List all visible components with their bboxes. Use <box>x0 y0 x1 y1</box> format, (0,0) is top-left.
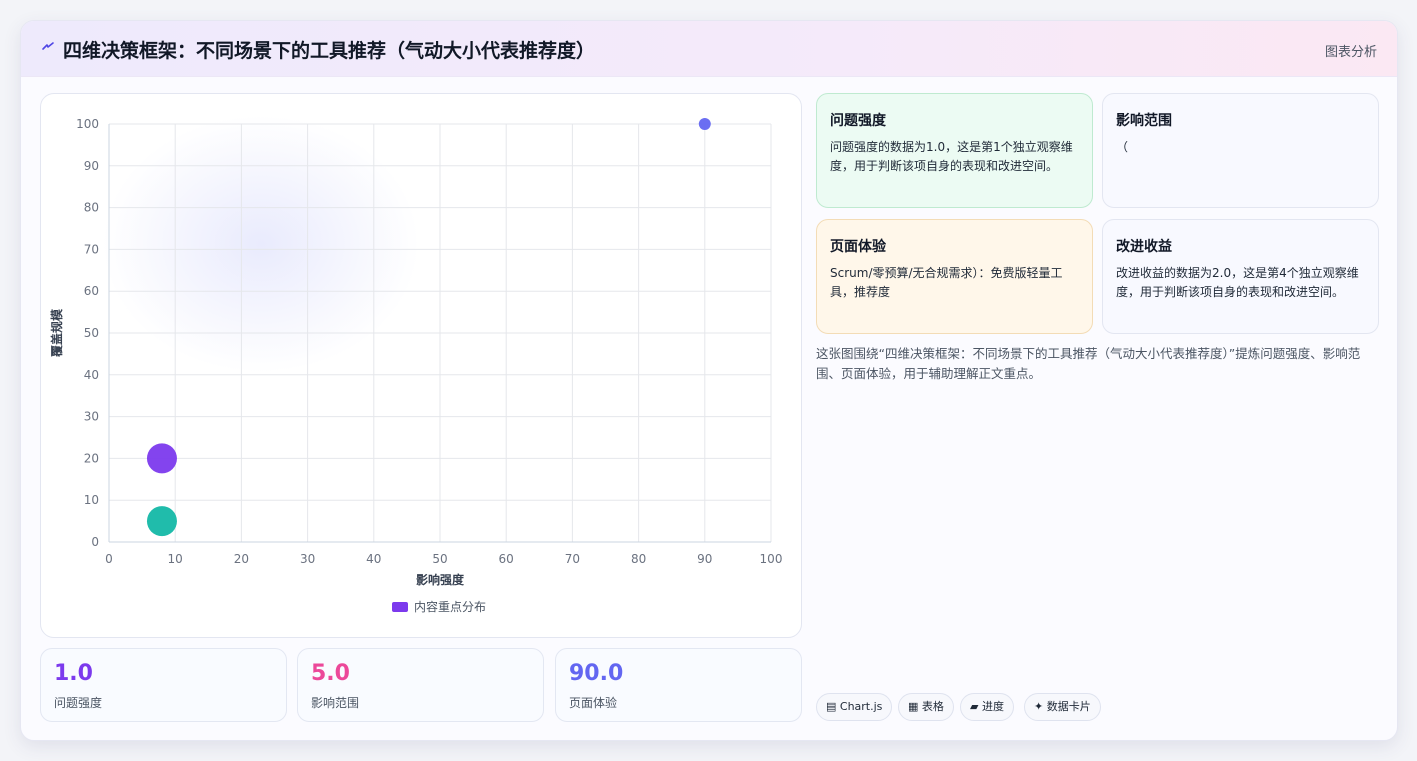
x-tick-label: 70 <box>565 552 580 566</box>
page-title: 四维决策框架：不同场景下的工具推荐（气动大小代表推荐度） <box>63 40 596 62</box>
lightning-icon <box>41 39 55 53</box>
info-card-title: 影响范围 <box>1116 113 1172 129</box>
tag-chartjs[interactable]: ▤ Chart.js <box>816 693 893 721</box>
info-card-body: （ <box>1116 140 1129 154</box>
tag-table[interactable]: ▦ 表格 <box>898 693 954 721</box>
bubble-chart: 0 10 20 30 40 50 60 70 80 90 100 0 10 20 30 40 50 60 70 80 9… <box>49 117 783 614</box>
info-card-body: 改进收益的数据为2.0，这是第4个独立观察维度，用于判断该项自身的表现和改进空间… <box>1116 266 1359 299</box>
x-tick-label: 80 <box>631 552 646 566</box>
y-tick-label: 30 <box>84 410 99 424</box>
x-tick-label: 30 <box>300 552 315 566</box>
info-card-body: Scrum/零预算/无合规需求）：免费版轻量工具，推荐度 <box>830 266 1063 299</box>
y-tick-label: 10 <box>84 493 99 507</box>
stat-value: 5.0 <box>311 661 350 686</box>
stat-label: 影响范围 <box>311 696 360 710</box>
y-tick-label: 100 <box>76 117 99 131</box>
card-header: 四维决策框架：不同场景下的工具推荐（气动大小代表推荐度） 图表分析 <box>21 21 1397 77</box>
x-tick-label: 10 <box>168 552 183 566</box>
info-card-title: 页面体验 <box>830 239 886 255</box>
info-card-page-experience: 页面体验 Scrum/零预算/无合规需求）：免费版轻量工具，推荐度 <box>816 219 1093 334</box>
chart-summary: 这张图围绕“四维决策框架：不同场景下的工具推荐（气动大小代表推荐度）”提炼问题强… <box>816 346 1361 381</box>
tag-data-card[interactable]: ✦ 数据卡片 <box>1024 693 1101 721</box>
legend-swatch <box>392 602 408 612</box>
y-tick-label: 50 <box>84 326 99 340</box>
y-tick-label: 0 <box>91 535 99 549</box>
tag-progress[interactable]: ▰ 进度 <box>960 693 1014 721</box>
y-axis-title: 覆盖规模 <box>49 308 64 358</box>
y-tick-label: 60 <box>84 284 99 298</box>
info-card-title: 问题强度 <box>830 113 886 129</box>
stat-label: 问题强度 <box>54 696 103 710</box>
bubble-point <box>698 118 711 130</box>
bubble-point <box>146 506 177 537</box>
stat-value: 1.0 <box>54 661 93 686</box>
info-card-body: 问题强度的数据为1.0，这是第1个独立观察维度，用于判断该项自身的表现和改进空间… <box>830 140 1073 173</box>
x-tick-label: 40 <box>366 552 381 566</box>
chart-card: 四维决策框架：不同场景下的工具推荐（气动大小代表推荐度） 图表分析 0 10 20 3… <box>20 20 1398 741</box>
info-card-problem-intensity: 问题强度 问题强度的数据为1.0，这是第1个独立观察维度，用于判断该项自身的表现… <box>816 93 1093 208</box>
legend-label: 内容重点分布 <box>414 599 486 614</box>
stat-card-3: 90.0 页面体验 <box>555 648 802 722</box>
stat-value: 90.0 <box>569 661 624 686</box>
stat-card-1: 1.0 问题强度 <box>40 648 287 722</box>
chart-panel: 0 10 20 30 40 50 60 70 80 90 100 0 10 20 30 40 50 60 70 80 9… <box>40 93 802 638</box>
y-tick-label: 40 <box>84 368 99 382</box>
info-card-title: 改进收益 <box>1116 239 1172 255</box>
stat-card-2: 5.0 影响范围 <box>297 648 544 722</box>
x-tick-label: 90 <box>697 552 712 566</box>
y-tick-label: 80 <box>84 201 99 215</box>
x-tick-label: 100 <box>760 552 783 566</box>
bubble-point <box>146 443 177 474</box>
stat-label: 页面体验 <box>569 696 618 710</box>
x-tick-label: 50 <box>432 552 447 566</box>
y-tick-label: 20 <box>84 451 99 465</box>
x-tick-label: 60 <box>499 552 514 566</box>
x-axis-title: 影响强度 <box>416 572 465 587</box>
chart-analysis-link[interactable]: 图表分析 <box>1325 41 1377 60</box>
x-tick-label: 0 <box>105 552 113 566</box>
y-tick-label: 70 <box>84 242 99 256</box>
y-tick-label: 90 <box>84 159 99 173</box>
info-card-impact-scope: 影响范围 （ <box>1102 93 1379 208</box>
x-tick-label: 20 <box>234 552 249 566</box>
info-card-improvement-gain: 改进收益 改进收益的数据为2.0，这是第4个独立观察维度，用于判断该项自身的表现… <box>1102 219 1379 334</box>
